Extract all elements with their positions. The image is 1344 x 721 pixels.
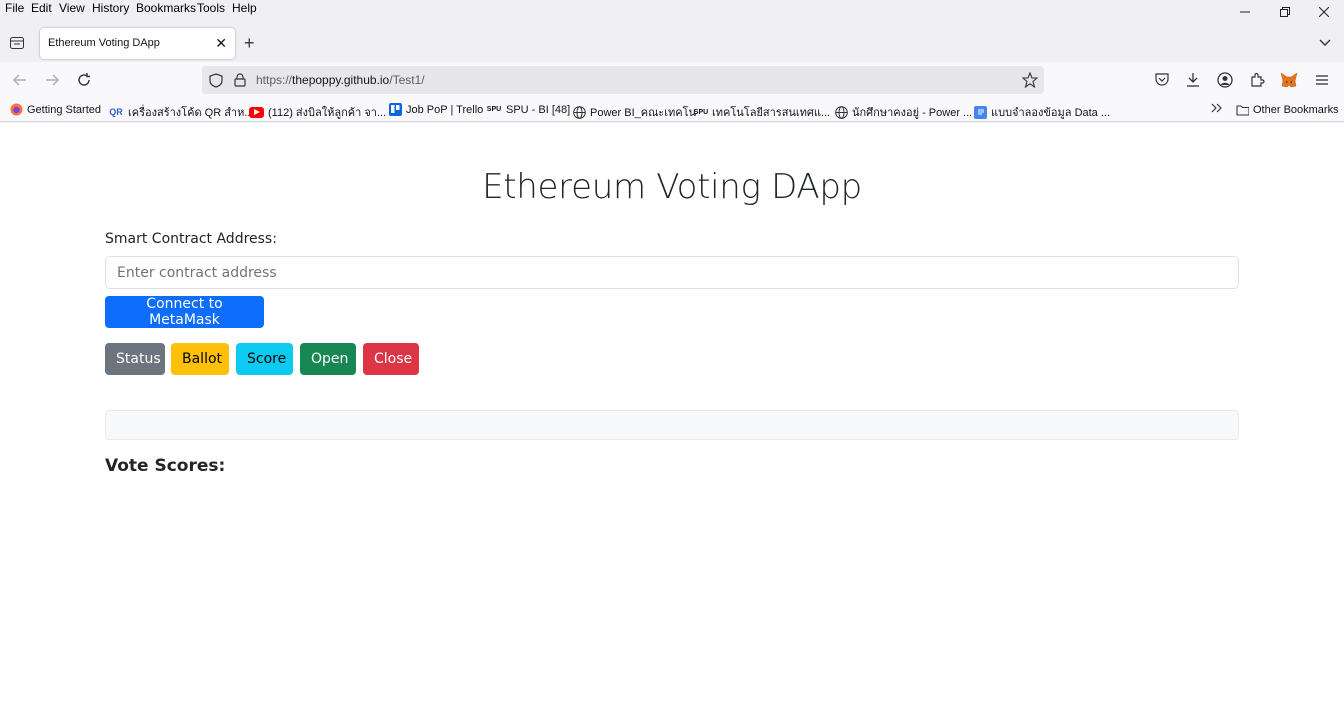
folder-icon xyxy=(1236,103,1249,116)
other-bookmarks[interactable]: Other Bookmarks xyxy=(1236,103,1339,116)
globe-icon xyxy=(573,105,586,119)
tab-active[interactable]: Ethereum Voting DApp ✕ xyxy=(40,28,235,59)
tracking-protection-shield-icon[interactable] xyxy=(208,72,224,88)
tab-title: Ethereum Voting DApp xyxy=(48,37,160,49)
spu-icon: SPU xyxy=(693,108,709,116)
bookmarks-overflow-chevron-icon[interactable] xyxy=(1211,103,1223,113)
tab-close-icon[interactable]: ✕ xyxy=(215,35,227,51)
list-all-tabs-icon[interactable] xyxy=(1318,36,1332,50)
url-scheme: https:// xyxy=(256,73,293,87)
docs-icon xyxy=(974,105,987,119)
downloads-icon[interactable] xyxy=(1184,71,1202,89)
bookmark-star-icon[interactable] xyxy=(1022,72,1038,88)
close-window-button[interactable] xyxy=(1304,0,1344,24)
account-icon[interactable] xyxy=(1216,71,1234,89)
url-bar[interactable]: https://thepoppy.github.io/Test1/ xyxy=(202,66,1044,94)
menu-tools[interactable]: Tools xyxy=(197,1,225,15)
bookmark-label: (112) ส่งบิลให้ลูกค้า จา... xyxy=(268,107,387,119)
browser-chrome: File Edit View History Bookmarks Tools H… xyxy=(0,0,1344,123)
bookmark-label: SPU - BI [48] xyxy=(506,103,571,116)
restore-button[interactable] xyxy=(1265,0,1305,24)
menu-edit[interactable]: Edit xyxy=(31,1,52,15)
lock-icon[interactable] xyxy=(232,72,248,88)
pocket-icon[interactable] xyxy=(1153,71,1171,89)
forward-icon[interactable] xyxy=(43,71,61,89)
status-output xyxy=(105,410,1239,440)
menu-file[interactable]: File xyxy=(5,1,24,15)
vote-scores-heading: Vote Scores: xyxy=(105,456,226,476)
restore-icon xyxy=(1280,7,1290,17)
other-bookmarks-label: Other Bookmarks xyxy=(1253,103,1339,116)
bookmark-it-spu[interactable]: SPU เทคโนโลยีสารสนเทศแ... xyxy=(694,103,830,121)
new-tab-icon[interactable]: + xyxy=(244,34,255,52)
menu-help[interactable]: Help xyxy=(232,1,257,15)
back-icon[interactable] xyxy=(11,71,29,89)
bookmark-label: Job PoP | Trello xyxy=(406,103,484,116)
globe-icon xyxy=(835,105,848,119)
close-button[interactable]: Close xyxy=(363,343,419,375)
url-text[interactable]: https://thepoppy.github.io/Test1/ xyxy=(256,73,425,87)
score-button[interactable]: Score xyxy=(236,343,293,375)
menu-bar: File Edit View History Bookmarks Tools H… xyxy=(0,0,1344,18)
status-button[interactable]: Status xyxy=(105,343,165,375)
contract-address-input[interactable] xyxy=(105,256,1239,289)
bookmark-power-bi[interactable]: Power BI_คณะเทคโน xyxy=(573,103,696,121)
spu-icon: SPU xyxy=(486,106,502,113)
bookmark-label: แบบจำลองข้อมูล Data ... xyxy=(991,107,1111,119)
minimize-icon xyxy=(1240,11,1250,13)
contract-address-label: Smart Contract Address: xyxy=(105,231,277,247)
bookmarks-toolbar: Getting Started QR เครื่องสร้างโค้ด QR ส… xyxy=(0,98,1344,122)
app-menu-hamburger-icon[interactable] xyxy=(1313,71,1331,89)
page-content: Ethereum Voting DApp Smart Contract Addr… xyxy=(0,123,1344,721)
minimize-button[interactable] xyxy=(1225,0,1265,24)
open-button[interactable]: Open xyxy=(300,343,356,375)
close-icon xyxy=(1319,7,1329,17)
bookmark-qr-generator[interactable]: QR เครื่องสร้างโค้ด QR สำห... xyxy=(108,103,254,121)
reload-icon[interactable] xyxy=(75,71,93,89)
metamask-fox-icon[interactable] xyxy=(1280,71,1298,89)
bookmark-students-power[interactable]: นักศึกษาคงอยู่ - Power ... xyxy=(835,103,972,121)
connect-metamask-button[interactable]: Connect to MetaMask xyxy=(105,296,264,328)
bookmark-trello[interactable]: Job PoP | Trello xyxy=(389,103,483,116)
firefox-view-icon[interactable] xyxy=(8,34,26,52)
menu-history[interactable]: History xyxy=(92,1,129,15)
bookmark-label: เทคโนโลยีสารสนเทศแ... xyxy=(712,107,831,119)
navigation-toolbar: https://thepoppy.github.io/Test1/ xyxy=(0,62,1344,98)
bookmark-spu-bi[interactable]: SPU SPU - BI [48] xyxy=(486,103,570,116)
bookmark-youtube[interactable]: (112) ส่งบิลให้ลูกค้า จา... xyxy=(249,103,386,121)
firefox-icon xyxy=(10,103,23,116)
extensions-icon[interactable] xyxy=(1248,71,1266,89)
bookmark-label: เครื่องสร้างโค้ด QR สำห... xyxy=(128,107,254,119)
bookmark-label: นักศึกษาคงอยู่ - Power ... xyxy=(852,107,973,119)
url-host: thepoppy.github.io xyxy=(292,73,390,87)
bookmark-label: Getting Started xyxy=(27,103,101,116)
bookmark-label: Power BI_คณะเทคโน xyxy=(590,107,697,119)
tab-strip: Ethereum Voting DApp ✕ + xyxy=(0,24,1344,62)
url-path: /Test1/ xyxy=(389,73,425,87)
youtube-icon xyxy=(249,106,264,118)
trello-icon xyxy=(389,103,402,116)
page-title: Ethereum Voting DApp xyxy=(482,167,862,207)
bookmark-data-model[interactable]: แบบจำลองข้อมูล Data ... xyxy=(974,103,1110,121)
qr-icon: QR xyxy=(109,107,123,117)
menu-bookmarks[interactable]: Bookmarks xyxy=(136,1,196,15)
bookmark-getting-started[interactable]: Getting Started xyxy=(10,103,101,116)
menu-view[interactable]: View xyxy=(59,1,85,15)
ballot-button[interactable]: Ballot xyxy=(171,343,229,375)
